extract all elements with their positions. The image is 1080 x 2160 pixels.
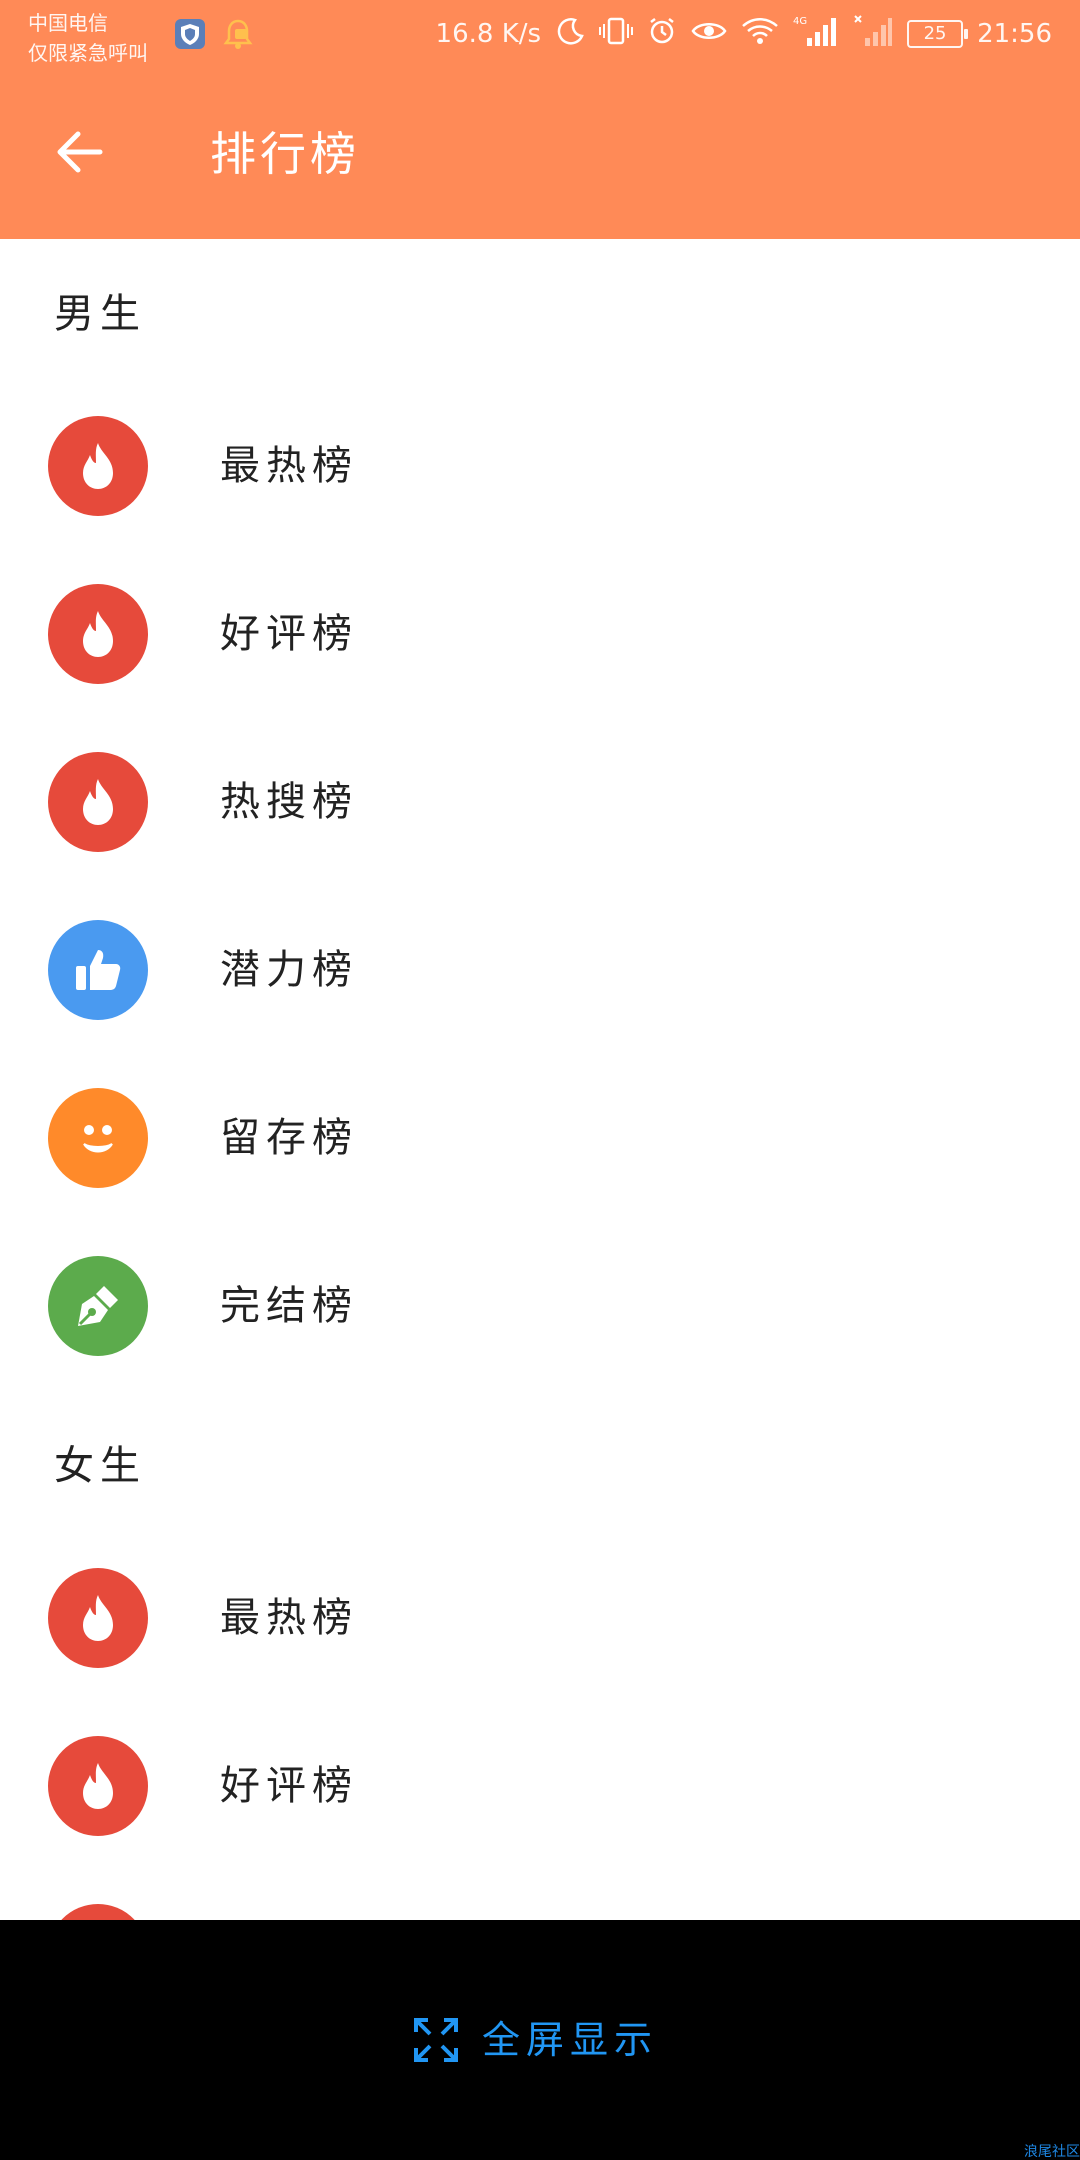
arrow-back-icon <box>57 131 103 173</box>
network-speed: 16.8 K/s <box>435 19 542 49</box>
list-item-label: 潜力榜 <box>220 947 358 993</box>
pen-nib-icon <box>48 1256 148 1356</box>
list-item-male-completed[interactable]: 完结榜 <box>0 1231 1080 1381</box>
ranking-list[interactable]: 男生 最热榜 好评榜 热搜榜 潜力榜 留存榜 完结榜 女生 最热榜 好评榜 <box>0 239 1080 1920</box>
list-item-female-top-rated[interactable]: 好评榜 <box>0 1711 1080 1861</box>
list-item-label: 热搜榜 <box>220 779 358 825</box>
list-item-male-top-rated[interactable]: 好评榜 <box>0 559 1080 709</box>
alarm-icon <box>647 16 677 53</box>
moon-icon <box>555 16 585 53</box>
shield-icon <box>172 16 208 52</box>
list-item-male-potential[interactable]: 潜力榜 <box>0 895 1080 1045</box>
back-button[interactable] <box>48 120 112 184</box>
carrier-info: 中国电信 仅限紧急呼叫 <box>28 8 148 68</box>
status-bar: 中国电信 仅限紧急呼叫 16.8 K/s 4G 25 21:56 <box>0 0 1080 80</box>
app-bar: 排行榜 <box>0 80 1080 239</box>
thumbs-up-icon <box>48 920 148 1020</box>
wifi-icon <box>741 16 779 53</box>
list-item-male-retention[interactable]: 留存榜 <box>0 1063 1080 1213</box>
flame-icon <box>48 1904 148 1920</box>
notification-icons <box>172 16 256 52</box>
top-bar: 中国电信 仅限紧急呼叫 16.8 K/s 4G 25 21:56 排行榜 <box>0 0 1080 239</box>
fullscreen-button[interactable]: 全屏显示 <box>412 2012 658 2068</box>
screen: 中国电信 仅限紧急呼叫 16.8 K/s 4G 25 21:56 排行榜 男生 … <box>0 0 1080 2160</box>
list-item-male-hot-search[interactable]: 热搜榜 <box>0 727 1080 877</box>
list-item-label: 好评榜 <box>220 1763 358 1809</box>
list-item-label: 留存榜 <box>220 1115 358 1161</box>
list-item-male-hottest[interactable]: 最热榜 <box>0 391 1080 541</box>
system-status: 16.8 K/s 4G 25 21:56 <box>436 14 1052 54</box>
list-item-partial[interactable] <box>0 1879 1080 1920</box>
network-type: 4G <box>793 16 807 27</box>
flame-icon <box>48 584 148 684</box>
flame-icon <box>48 1568 148 1668</box>
page-title: 排行榜 <box>210 127 360 181</box>
no-signal-icon <box>853 14 893 55</box>
eye-comfort-icon <box>691 16 727 53</box>
battery-indicator: 25 <box>907 20 969 48</box>
smiley-icon <box>48 1088 148 1188</box>
watermark: 浪尾社区 <box>1024 2144 1080 2160</box>
fullscreen-label: 全屏显示 <box>482 2018 659 2062</box>
list-item-label: 好评榜 <box>220 611 358 657</box>
section-header-female: 女生 <box>54 1443 146 1489</box>
bottom-bar: 全屏显示 浪尾社区 <box>0 1920 1080 2160</box>
flame-icon <box>48 1736 148 1836</box>
notification-bell-icon <box>220 16 256 52</box>
clock: 21:56 <box>977 19 1052 49</box>
fullscreen-icon <box>414 2018 458 2062</box>
cellular-signal-icon: 4G <box>793 14 839 55</box>
flame-icon <box>48 416 148 516</box>
flame-icon <box>48 752 148 852</box>
list-item-label: 完结榜 <box>220 1283 358 1329</box>
list-item-label: 最热榜 <box>220 443 358 489</box>
list-item-female-hottest[interactable]: 最热榜 <box>0 1543 1080 1693</box>
list-item-label: 最热榜 <box>220 1595 358 1641</box>
section-header-male: 男生 <box>54 291 146 337</box>
vibrate-icon <box>599 16 634 53</box>
emergency-calls-only: 仅限紧急呼叫 <box>28 41 148 65</box>
carrier-name: 中国电信 <box>28 11 108 35</box>
